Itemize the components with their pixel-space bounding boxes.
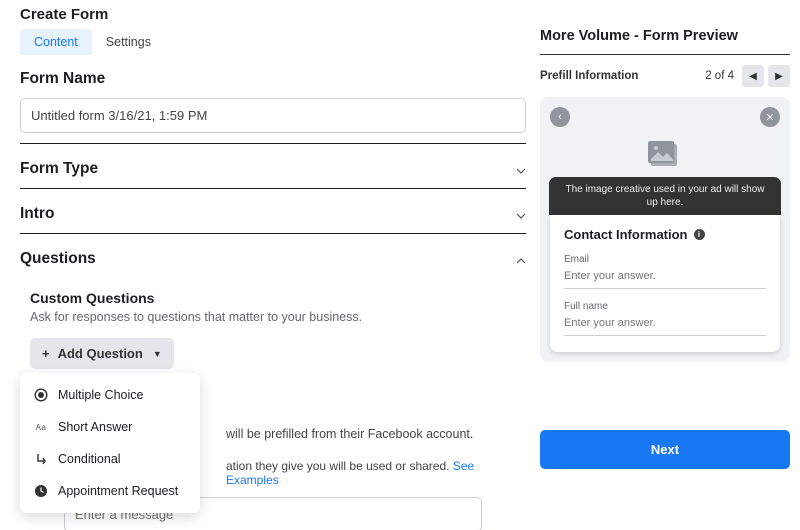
- questions-accordion[interactable]: Questions: [20, 234, 526, 278]
- form-name-heading: Form Name: [20, 70, 526, 88]
- close-icon: ✕: [765, 111, 774, 124]
- creative-banner-text: The image creative used in your ad will …: [549, 177, 781, 215]
- form-name-input[interactable]: [20, 98, 526, 133]
- add-question-label: Add Question: [58, 346, 143, 361]
- menu-item-conditional[interactable]: Conditional: [20, 443, 200, 475]
- prefill-desc-text: ation they give you will be used or shar…: [226, 459, 453, 473]
- fullname-label: Full name: [564, 301, 766, 312]
- plus-icon: +: [42, 346, 50, 361]
- email-label: Email: [564, 254, 766, 265]
- preview-close-button[interactable]: ✕: [760, 107, 780, 127]
- chevron-down-icon: [516, 209, 526, 219]
- menu-item-short-answer[interactable]: Aa Short Answer: [20, 411, 200, 443]
- preview-title: More Volume - Form Preview: [540, 8, 790, 44]
- prefill-info-text: will be prefilled from their Facebook ac…: [226, 427, 526, 441]
- menu-item-label: Appointment Request: [58, 484, 178, 498]
- text-icon: Aa: [34, 420, 48, 434]
- add-question-button[interactable]: + Add Question ▼: [30, 338, 174, 369]
- prefill-desc-row: ation they give you will be used or shar…: [226, 459, 526, 487]
- contact-card: Contact Information i Email Full name: [550, 215, 780, 352]
- questions-label: Questions: [20, 250, 96, 268]
- preview-phone-frame: ‹ ✕ The image creative used in your ad w…: [540, 97, 790, 362]
- caret-down-icon: ▼: [153, 349, 162, 359]
- menu-item-multiple-choice[interactable]: Multiple Choice: [20, 379, 200, 411]
- branch-icon: [34, 452, 48, 466]
- menu-item-label: Short Answer: [58, 420, 132, 434]
- menu-item-appointment-request[interactable]: Appointment Request: [20, 475, 200, 507]
- tabs: Content Settings: [20, 29, 526, 56]
- preview-back-button[interactable]: ‹: [550, 107, 570, 127]
- radio-icon: [34, 388, 48, 402]
- menu-item-label: Multiple Choice: [58, 388, 143, 402]
- tab-content[interactable]: Content: [20, 29, 92, 55]
- preview-prev-button[interactable]: ◀: [742, 65, 764, 87]
- clock-icon: [34, 484, 48, 498]
- chevron-left-icon: ‹: [558, 111, 562, 123]
- chevron-down-icon: [516, 164, 526, 174]
- custom-questions-heading: Custom Questions: [20, 290, 526, 306]
- preview-next-button[interactable]: ▶: [768, 65, 790, 87]
- add-question-menu: Multiple Choice Aa Short Answer Conditio…: [20, 373, 200, 513]
- intro-accordion[interactable]: Intro: [20, 189, 526, 234]
- tab-settings[interactable]: Settings: [92, 29, 165, 55]
- fullname-input[interactable]: [564, 312, 766, 336]
- page-title: Create Form: [20, 6, 526, 23]
- contact-card-heading: Contact Information: [564, 227, 688, 242]
- info-icon[interactable]: i: [694, 229, 705, 240]
- menu-item-label: Conditional: [58, 452, 121, 466]
- caret-right-icon: ▶: [775, 71, 783, 82]
- form-type-accordion[interactable]: Form Type: [20, 144, 526, 189]
- preview-section-label: Prefill Information: [540, 70, 638, 82]
- email-input[interactable]: [564, 265, 766, 289]
- chevron-up-icon: [516, 254, 526, 264]
- next-button[interactable]: Next: [540, 430, 790, 469]
- image-placeholder-icon: [550, 141, 780, 169]
- form-type-label: Form Type: [20, 160, 98, 178]
- custom-questions-desc: Ask for responses to questions that matt…: [20, 310, 526, 324]
- intro-label: Intro: [20, 205, 54, 223]
- caret-left-icon: ◀: [749, 71, 757, 82]
- preview-step-counter: 2 of 4: [705, 70, 734, 82]
